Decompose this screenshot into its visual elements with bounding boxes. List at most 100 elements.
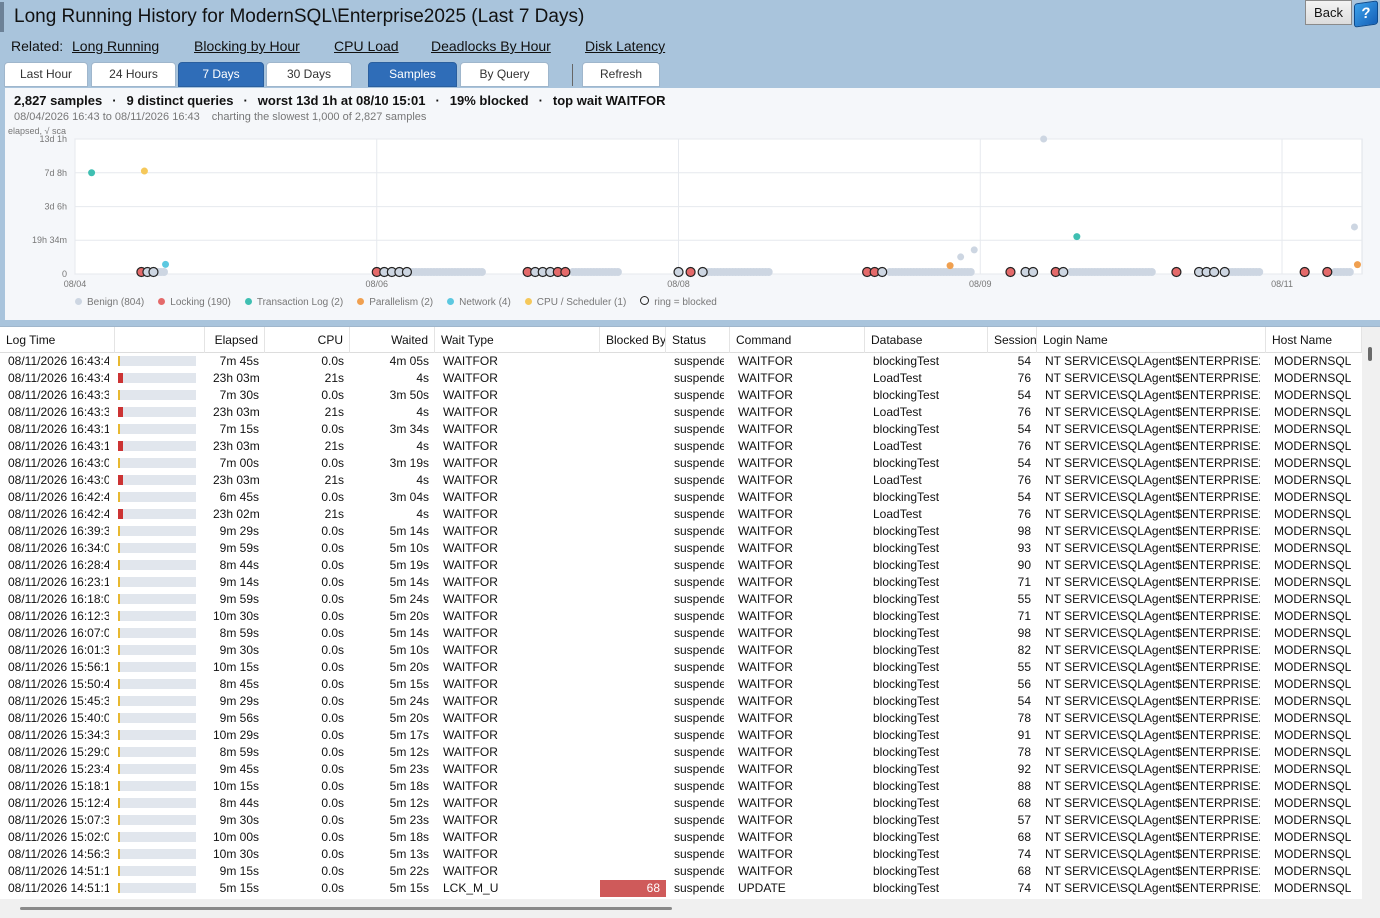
table-row[interactable]: 08/11/2026 15:50:46 8m 45s 0.0s 5m 15s WAITF…: [0, 676, 1362, 693]
related-link-deadlocks-by-hour[interactable]: Deadlocks By Hour: [431, 38, 551, 54]
back-button[interactable]: Back: [1305, 0, 1352, 25]
elapsed-bar: [118, 628, 196, 638]
related-link-cpu-load[interactable]: CPU Load: [334, 38, 399, 54]
cell-cpu: 0.0s: [321, 388, 344, 402]
table-row[interactable]: 08/11/2026 16:28:45 8m 44s 0.0s 5m 19s WAITF…: [0, 557, 1362, 574]
related-link-blocking-by-hour[interactable]: Blocking by Hour: [194, 38, 300, 54]
table-row[interactable]: 08/11/2026 15:12:45 8m 44s 0.0s 5m 12s WAITF…: [0, 795, 1362, 812]
table-row[interactable]: 08/11/2026 16:01:30 9m 30s 0.0s 5m 10s WAITF…: [0, 642, 1362, 659]
horizontal-scroll-thumb[interactable]: [20, 907, 672, 910]
cell-wait-type: WAITFOR: [443, 473, 498, 487]
table-row[interactable]: 08/11/2026 15:40:00 9m 56s 0.0s 5m 20s WAITF…: [0, 710, 1362, 727]
tab-24-hours[interactable]: 24 Hours: [91, 62, 176, 87]
table-row[interactable]: 08/11/2026 16:43:46 7m 45s 0.0s 4m 05s WAITF…: [0, 353, 1362, 370]
benign-point: [477, 268, 486, 276]
horizontal-scrollbar[interactable]: [0, 899, 1380, 918]
header-col-login-name[interactable]: Login Name: [1037, 327, 1266, 353]
header-col-cpu[interactable]: CPU: [265, 327, 350, 353]
cell-command: WAITFOR: [738, 813, 793, 827]
vertical-scrollbar[interactable]: [1362, 327, 1380, 899]
table-row[interactable]: 08/11/2026 16:43:30 23h 03m 21s 4s WAITFOR su…: [0, 404, 1362, 421]
table-row[interactable]: 08/11/2026 16:39:30 9m 29s 0.0s 5m 14s WAITF…: [0, 523, 1362, 540]
table-row[interactable]: 08/11/2026 16:43:00 7m 00s 0.0s 3m 19s WAITF…: [0, 455, 1362, 472]
header-col-log-time[interactable]: Log Time: [0, 327, 115, 353]
table-row[interactable]: 08/11/2026 16:43:15 23h 03m 21s 4s WAITFOR su…: [0, 438, 1362, 455]
cell-database: blockingTest: [873, 626, 940, 640]
table-row[interactable]: 08/11/2026 15:29:00 8m 59s 0.0s 5m 12s WAITF…: [0, 744, 1362, 761]
refresh-button[interactable]: Refresh: [582, 62, 660, 87]
header-col-command[interactable]: Command: [730, 327, 865, 353]
cell-wait-type: WAITFOR: [443, 405, 498, 419]
header-col-status[interactable]: Status: [666, 327, 730, 353]
cell-status: suspended: [674, 830, 724, 844]
cell-elapsed: 6m 45s: [219, 490, 259, 504]
cell-host-name: MODERNSQL: [1274, 507, 1352, 521]
table-row[interactable]: 08/11/2026 16:43:00 23h 03m 21s 4s WAITFOR su…: [0, 472, 1362, 489]
table-row[interactable]: 08/11/2026 16:34:00 9m 59s 0.0s 5m 10s WAITF…: [0, 540, 1362, 557]
cell-status: suspended: [674, 524, 724, 538]
table-row[interactable]: 08/11/2026 14:51:15 5m 15s 0.0s 5m 15s LCK_M…: [0, 880, 1362, 897]
grid-body[interactable]: 08/11/2026 16:43:46 7m 45s 0.0s 4m 05s WAITF…: [0, 353, 1362, 899]
table-row[interactable]: 08/11/2026 15:45:30 9m 29s 0.0s 5m 24s WAITF…: [0, 693, 1362, 710]
cell-wait-type: WAITFOR: [443, 490, 498, 504]
cell-elapsed: 8m 44s: [219, 558, 259, 572]
header-col-elapsed[interactable]: Elapsed: [205, 327, 265, 353]
benign-point: [1345, 268, 1354, 276]
summary-top-wait: top wait WAITFOR: [552, 93, 666, 108]
cell-status: suspended: [674, 660, 724, 674]
header-col-database[interactable]: Database: [865, 327, 988, 353]
table-row[interactable]: 08/11/2026 16:43:30 7m 30s 0.0s 3m 50s WAITF…: [0, 387, 1362, 404]
help-icon[interactable]: ?: [1354, 0, 1378, 28]
cell-host-name: MODERNSQL: [1274, 779, 1352, 793]
table-row[interactable]: 08/11/2026 16:42:45 23h 02m 21s 4s WAITFOR su…: [0, 506, 1362, 523]
elapsed-bar: [118, 594, 196, 604]
table-row[interactable]: 08/11/2026 15:02:01 10m 00s 0.0s 5m 18s WAIT…: [0, 829, 1362, 846]
tab-last-hour[interactable]: Last Hour: [4, 62, 88, 87]
elapsed-bar: [118, 560, 196, 570]
scatter-chart[interactable]: 019h 34m3d 6h7d 8h13d 1h08/04 08/06 08/08 0…: [5, 124, 1377, 294]
tab-7-days[interactable]: 7 Days: [178, 62, 264, 87]
table-row[interactable]: 08/11/2026 16:18:00 9m 59s 0.0s 5m 24s WAITF…: [0, 591, 1362, 608]
related-link-long-running[interactable]: Long Running: [72, 38, 159, 54]
cell-cpu: 21s: [324, 371, 344, 385]
table-row[interactable]: 08/11/2026 16:07:00 8m 59s 0.0s 5m 14s WAITF…: [0, 625, 1362, 642]
table-row[interactable]: 08/11/2026 15:07:31 9m 30s 0.0s 5m 23s WAITF…: [0, 812, 1362, 829]
cell-host-name: MODERNSQL: [1274, 473, 1352, 487]
table-row[interactable]: 08/11/2026 16:43:46 23h 03m 21s 4s WAITFOR su…: [0, 370, 1362, 387]
cell-blocked-by: [600, 625, 666, 642]
header-col-waited[interactable]: Waited: [350, 327, 435, 353]
blocked-sample-point: [1322, 266, 1333, 278]
cell-command: WAITFOR: [738, 456, 793, 470]
header-col-wait-type[interactable]: Wait Type: [435, 327, 600, 353]
table-row[interactable]: 08/11/2026 16:42:45 6m 45s 0.0s 3m 04s WAITF…: [0, 489, 1362, 506]
cell-waited: 4s: [416, 405, 429, 419]
table-row[interactable]: 08/11/2026 15:23:45 9m 45s 0.0s 5m 23s WAITF…: [0, 761, 1362, 778]
header-col-blocked-by[interactable]: Blocked By: [600, 327, 666, 353]
cell-elapsed: 9m 30s: [219, 813, 259, 827]
vertical-scroll-thumb[interactable]: [1368, 347, 1372, 361]
legend-item: Benign (804): [75, 297, 144, 308]
cell-cpu: 21s: [324, 473, 344, 487]
header-col-host-name[interactable]: Host Name: [1266, 327, 1362, 353]
tab-by-query[interactable]: By Query: [460, 62, 549, 87]
cell-elapsed: 9m 29s: [219, 694, 259, 708]
y-tick-label: 19h 34m: [32, 235, 67, 245]
cell-wait-type: WAITFOR: [443, 524, 498, 538]
cell-log-time: 08/11/2026 16:42:45: [8, 507, 109, 521]
header-col-session[interactable]: Session: [988, 327, 1037, 353]
table-row[interactable]: 08/11/2026 16:23:15 9m 14s 0.0s 5m 14s WAITF…: [0, 574, 1362, 591]
tab-30-days[interactable]: 30 Days: [266, 62, 352, 87]
table-row[interactable]: 08/11/2026 15:34:30 10m 29s 0.0s 5m 17s WAIT…: [0, 727, 1362, 744]
table-row[interactable]: 08/11/2026 16:43:15 7m 15s 0.0s 3m 34s WAITF…: [0, 421, 1362, 438]
header-col-elapsed-bar[interactable]: [115, 327, 205, 353]
table-row[interactable]: 08/11/2026 15:18:15 10m 15s 0.0s 5m 18s WAIT…: [0, 778, 1362, 795]
related-link-disk-latency[interactable]: Disk Latency: [585, 38, 665, 54]
cell-host-name: MODERNSQL: [1274, 354, 1352, 368]
table-row[interactable]: 08/11/2026 14:56:30 10m 30s 0.0s 5m 13s WAIT…: [0, 846, 1362, 863]
table-row[interactable]: 08/11/2026 14:51:15 9m 15s 0.0s 5m 22s WAITF…: [0, 863, 1362, 880]
tab-samples[interactable]: Samples: [368, 62, 457, 87]
table-row[interactable]: 08/11/2026 16:12:30 10m 30s 0.0s 5m 20s WAIT…: [0, 608, 1362, 625]
table-row[interactable]: 08/11/2026 15:56:15 10m 15s 0.0s 5m 20s WAIT…: [0, 659, 1362, 676]
cell-command: WAITFOR: [738, 524, 793, 538]
cell-host-name: MODERNSQL: [1274, 694, 1352, 708]
